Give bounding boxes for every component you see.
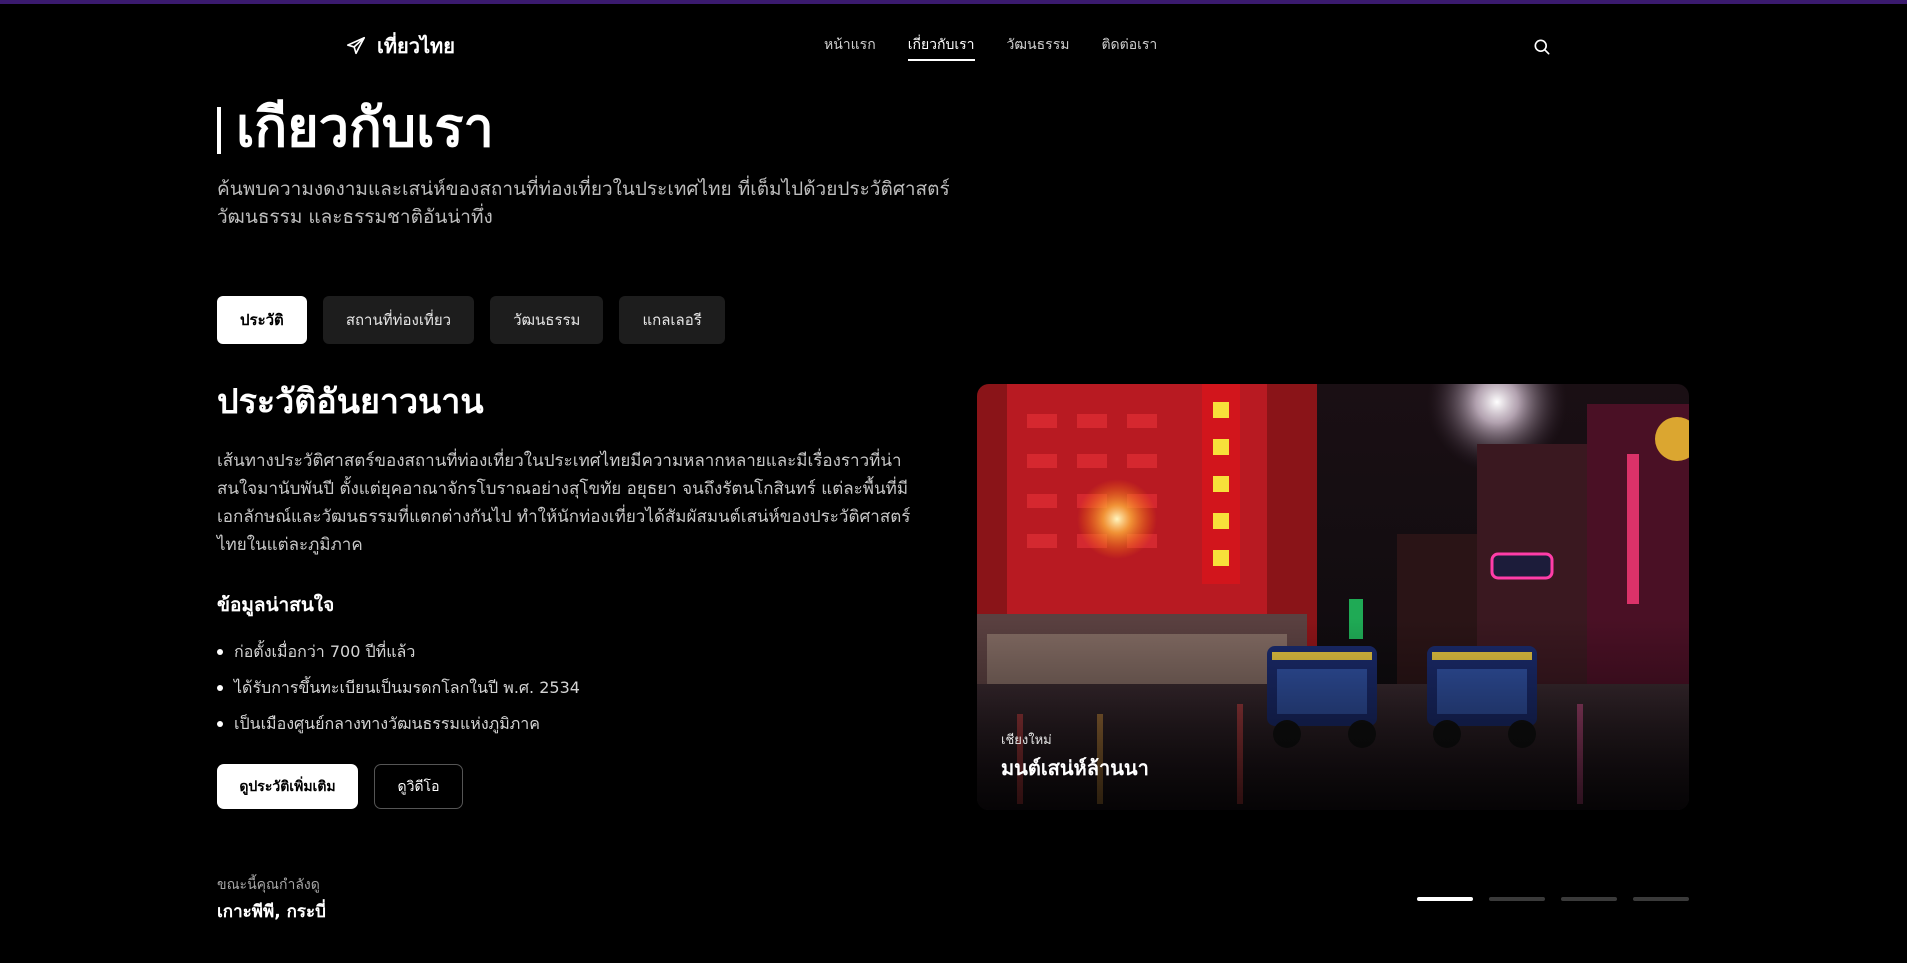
plane-icon bbox=[346, 36, 366, 55]
section-body: เส้นทางประวัติศาสตร์ของสถานที่ท่องเที่ยว… bbox=[217, 451, 911, 555]
nav-item-home[interactable]: หน้าแรก bbox=[824, 34, 876, 61]
card-caption: เชียงใหม่ มนต์เสน่ห์ล้านนา bbox=[1001, 729, 1149, 784]
facts-list: ก่อตั้งเมื่อกว่า 700 ปีที่แล้ว ได้รับการ… bbox=[217, 634, 580, 742]
logo[interactable]: เที่ยวไทย bbox=[345, 30, 455, 62]
section-title: ประวัติอันยาวนาน bbox=[217, 382, 484, 422]
nav-item-contact[interactable]: ติดต่อเรา bbox=[1101, 34, 1157, 61]
page-title: เกียวกับเรา bbox=[236, 96, 494, 159]
now-viewing-label: ขณะนี้คุณกำลังดู bbox=[217, 877, 320, 893]
list-item: ก่อตั้งเมื่อกว่า 700 ปีที่แล้ว bbox=[217, 634, 580, 670]
now-viewing-location: เกาะพีพี, กระบี่ bbox=[217, 902, 326, 922]
tab-gallery[interactable]: แกลเลอรี bbox=[619, 296, 725, 344]
main-nav: หน้าแรก เกี่ยวกับเรา วัฒนธรรม ติดต่อเรา bbox=[824, 34, 1157, 61]
tab-history[interactable]: ประวัติ bbox=[217, 296, 307, 344]
bullet-icon bbox=[217, 685, 223, 691]
tab-culture[interactable]: วัฒนธรรม bbox=[490, 296, 604, 344]
slide-indicator-1[interactable] bbox=[1417, 897, 1473, 901]
search-icon[interactable] bbox=[1532, 37, 1552, 57]
nav-item-about[interactable]: เกี่ยวกับเรา bbox=[907, 34, 975, 61]
facts-title: ข้อมูลน่าสนใจ bbox=[217, 594, 335, 616]
bullet-icon bbox=[217, 649, 223, 655]
subtitle-line-1: ค้นพบความงดงามและเสน่ห์ของสถานที่ท่องเที… bbox=[217, 178, 950, 200]
card-title: มนต์เสน่ห์ล้านนา bbox=[1001, 756, 1149, 780]
list-item: เป็นเมืองศูนย์กลางทางวัฒนธรรมแห่งภูมิภาค bbox=[217, 706, 580, 742]
slide-indicators bbox=[1417, 897, 1689, 901]
bullet-icon bbox=[217, 721, 223, 727]
content-tabs: ประวัติ สถานที่ท่องเที่ยว วัฒนธรรม แกลเล… bbox=[217, 296, 725, 344]
list-item: ได้รับการขึ้นทะเบียนเป็นมรดกโลกในปี พ.ศ.… bbox=[217, 670, 580, 706]
tab-attractions[interactable]: สถานที่ท่องเที่ยว bbox=[322, 296, 475, 344]
title-accent-bar bbox=[217, 107, 221, 154]
fact-text: เป็นเมืองศูนย์กลางทางวัฒนธรรมแห่งภูมิภาค bbox=[234, 713, 540, 733]
featured-image-card[interactable]: เชียงใหม่ มนต์เสน่ห์ล้านนา bbox=[977, 384, 1689, 810]
slide-indicator-2[interactable] bbox=[1489, 897, 1545, 901]
slide-indicator-3[interactable] bbox=[1561, 897, 1617, 901]
subtitle-line-2: วัฒนธรรม และธรรมชาติอันน่าทึ่ง bbox=[217, 206, 493, 228]
nav-item-culture[interactable]: วัฒนธรรม bbox=[1007, 34, 1070, 61]
fact-text: ได้รับการขึ้นทะเบียนเป็นมรดกโลกในปี พ.ศ.… bbox=[234, 677, 580, 697]
slide-indicator-4[interactable] bbox=[1633, 897, 1689, 901]
more-history-button[interactable]: ดูประวัติเพิ่มเติม bbox=[217, 764, 358, 809]
page-subtitle: ค้นพบความงดงามและเสน่ห์ของสถานที่ท่องเที… bbox=[217, 175, 977, 231]
site-header: เที่ยวไทย หน้าแรก เกี่ยวกับเรา วัฒนธรรม … bbox=[0, 4, 1907, 84]
watch-video-button[interactable]: ดูวิดีโอ bbox=[374, 764, 463, 809]
card-location: เชียงใหม่ bbox=[1001, 733, 1052, 748]
brand-name: เที่ยวไทย bbox=[377, 34, 455, 58]
fact-text: ก่อตั้งเมื่อกว่า 700 ปีที่แล้ว bbox=[234, 641, 416, 661]
